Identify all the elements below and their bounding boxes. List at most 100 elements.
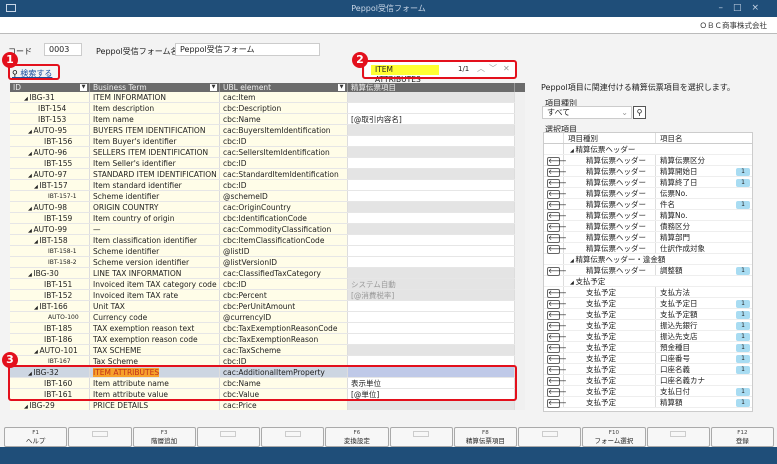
assign-arrow-button[interactable]: 🡐 — [547, 168, 567, 177]
assign-arrow-button[interactable]: 🡐 — [547, 366, 567, 375]
fkey-f12-button[interactable]: F12 登録 — [710, 427, 774, 447]
cell-mapping[interactable] — [348, 103, 515, 113]
assign-arrow-button[interactable]: 🡐 — [547, 333, 567, 342]
col-kind[interactable]: 項目種別 — [564, 133, 656, 143]
cell-mapping[interactable] — [348, 235, 515, 245]
table-row[interactable]: ◢ IBG-31 ITEM INFORMATION cac:Item — [10, 92, 525, 103]
cell-mapping[interactable]: [@取引内容名] — [348, 114, 515, 124]
fkey-empty-button[interactable] — [389, 427, 453, 447]
assign-arrow-button[interactable]: 🡐 — [547, 212, 567, 221]
list-item[interactable]: 🡐 支払予定 口座名義 1 — [544, 364, 752, 375]
assign-arrow-button[interactable]: 🡐 — [547, 344, 567, 353]
table-row[interactable]: IBT-157-1 Scheme identifier @schemeID — [10, 191, 525, 202]
list-item[interactable]: 🡐 精算伝票ヘッダー 精算終了日 1 — [544, 177, 752, 188]
list-item[interactable]: 🡐 精算伝票ヘッダー 調整額 1 — [544, 265, 752, 276]
cell-mapping[interactable] — [348, 323, 515, 333]
assign-arrow-button[interactable]: 🡐 — [547, 179, 567, 188]
list-item[interactable]: 🡐 支払予定 振込先支店 1 — [544, 331, 752, 342]
fkey-empty-button[interactable] — [261, 427, 325, 447]
cell-mapping[interactable] — [348, 180, 515, 190]
table-row[interactable]: ◢ AUTO-95 BUYERS ITEM IDENTIFICATION cac… — [10, 125, 525, 136]
filter-dropdown-icon[interactable]: ▼ — [80, 84, 87, 91]
assign-arrow-button[interactable]: 🡐 — [547, 311, 567, 320]
cell-mapping[interactable] — [348, 147, 515, 157]
fkey-f8-button[interactable]: F8 精算伝票項目 — [453, 427, 517, 447]
cell-mapping[interactable] — [348, 136, 515, 146]
fkey-f3-button[interactable]: F3 階層追加 — [132, 427, 196, 447]
col-business-term[interactable]: Business Term ▼ — [90, 83, 220, 92]
code-field[interactable]: 0003 — [44, 43, 82, 56]
list-item[interactable]: 🡐 支払予定 口座名義カナ — [544, 375, 752, 386]
list-group[interactable]: ◢ 支払予定 — [544, 276, 752, 287]
table-row[interactable]: ◢ AUTO-96 SELLERS ITEM IDENTIFICATION ca… — [10, 147, 525, 158]
col-ubl-element[interactable]: UBL element ▼ — [220, 83, 348, 92]
fkey-empty-button[interactable] — [646, 427, 710, 447]
list-item[interactable]: 🡐 支払予定 口座番号 1 — [544, 353, 752, 364]
assign-arrow-button[interactable]: 🡐 — [547, 157, 567, 166]
table-row[interactable]: IBT-185 TAX exemption reason text cbc:Ta… — [10, 323, 525, 334]
assign-arrow-button[interactable]: 🡐 — [547, 322, 567, 331]
selection-list[interactable]: 項目種別 項目名 ◢ 精算伝票ヘッダー 🡐 精算伝票ヘッダー 精算伝票区分 🡐 精算伝票ヘ… — [543, 132, 753, 412]
assign-arrow-button[interactable]: 🡐 — [547, 245, 567, 254]
cell-mapping[interactable] — [348, 213, 515, 223]
cell-mapping[interactable] — [348, 202, 515, 212]
table-row[interactable]: ◢ AUTO-97 STANDARD ITEM IDENTIFICATION c… — [10, 169, 525, 180]
grid-scrollbar[interactable] — [515, 92, 525, 410]
table-row[interactable]: IBT-152 Invoiced item TAX rate cbc:Perce… — [10, 290, 525, 301]
cell-mapping[interactable] — [348, 334, 515, 344]
cell-mapping[interactable] — [348, 169, 515, 179]
col-name[interactable]: 項目名 — [656, 133, 752, 143]
assign-arrow-button[interactable]: 🡐 — [547, 267, 567, 276]
type-select[interactable]: すべて ⌄ — [542, 106, 632, 119]
col-mapping[interactable]: 精算伝票項目 — [348, 83, 515, 92]
list-item[interactable]: 🡐 精算伝票ヘッダー 精算No. — [544, 210, 752, 221]
list-item[interactable]: 🡐 支払予定 支払方法 — [544, 287, 752, 298]
cell-mapping[interactable] — [348, 246, 515, 256]
table-row[interactable]: ◢ IBG-30 LINE TAX INFORMATION cac:Classi… — [10, 268, 525, 279]
cell-mapping[interactable]: [@消費税率] — [348, 290, 515, 300]
list-item[interactable]: 🡐 精算伝票ヘッダー 精算伝票区分 — [544, 155, 752, 166]
table-row[interactable]: IBT-158-1 Scheme identifier @listID — [10, 246, 525, 257]
type-search-button[interactable]: ⚲ — [633, 106, 646, 119]
cell-mapping[interactable] — [348, 312, 515, 322]
cell-mapping[interactable] — [348, 268, 515, 278]
table-row[interactable]: ◢ AUTO-101 TAX SCHEME cac:TaxScheme — [10, 345, 525, 356]
cell-mapping[interactable] — [348, 224, 515, 234]
table-row[interactable]: IBT-154 Item description cbc:Description — [10, 103, 525, 114]
list-item[interactable]: 🡐 精算伝票ヘッダー 仕訳作成対象 — [544, 243, 752, 254]
assign-arrow-button[interactable]: 🡐 — [547, 201, 567, 210]
table-row[interactable]: ◢ IBT-158 Item classification identifier… — [10, 235, 525, 246]
assign-arrow-button[interactable]: 🡐 — [547, 289, 567, 298]
cell-mapping[interactable] — [348, 125, 515, 135]
list-item[interactable]: 🡐 精算伝票ヘッダー 精算部門 — [544, 232, 752, 243]
table-row[interactable]: AUTO-100 Currency code @currencyID — [10, 312, 525, 323]
filter-dropdown-icon[interactable]: ▼ — [210, 84, 217, 91]
list-item[interactable]: 🡐 支払予定 振込先銀行 1 — [544, 320, 752, 331]
peppol-grid[interactable]: ID ▼ Business Term ▼ UBL element ▼ 精算伝票項目 ◢… — [10, 83, 525, 410]
assign-arrow-button[interactable]: 🡐 — [547, 355, 567, 364]
list-item[interactable]: 🡐 精算伝票ヘッダー 件名 1 — [544, 199, 752, 210]
list-item[interactable]: 🡐 支払予定 預金種目 1 — [544, 342, 752, 353]
cell-mapping[interactable] — [348, 158, 515, 168]
table-row[interactable]: IBT-186 TAX exemption reason code cbc:Ta… — [10, 334, 525, 345]
list-item[interactable]: 🡐 支払予定 支払予定額 1 — [544, 309, 752, 320]
table-row[interactable]: ◢ IBG-29 PRICE DETAILS cac:Price — [10, 400, 525, 410]
list-group[interactable]: ◢ 精算伝票ヘッダー — [544, 144, 752, 155]
assign-arrow-button[interactable]: 🡐 — [547, 300, 567, 309]
table-row[interactable]: ◢ IBT-166 Unit TAX cbc:PerUnitAmount — [10, 301, 525, 312]
assign-arrow-button[interactable]: 🡐 — [547, 223, 567, 232]
fkey-empty-button[interactable] — [196, 427, 260, 447]
table-row[interactable]: ◢ AUTO-98 ORIGIN COUNTRY cac:OriginCount… — [10, 202, 525, 213]
window-controls[interactable]: –□× — [718, 0, 769, 17]
cell-mapping[interactable] — [348, 301, 515, 311]
list-item[interactable]: 🡐 支払予定 支払予定日 1 — [544, 298, 752, 309]
assign-arrow-button[interactable]: 🡐 — [547, 190, 567, 199]
cell-mapping[interactable] — [348, 345, 515, 355]
list-item[interactable]: 🡐 支払予定 支払日付 1 — [544, 386, 752, 397]
col-id[interactable]: ID ▼ — [10, 83, 90, 92]
filter-dropdown-icon[interactable]: ▼ — [338, 84, 345, 91]
list-item[interactable]: 🡐 精算伝票ヘッダー 債務区分 — [544, 221, 752, 232]
table-row[interactable]: IBT-153 Item name cbc:Name [@取引内容名] — [10, 114, 525, 125]
fkey-empty-button[interactable] — [68, 427, 132, 447]
fkey-f1-button[interactable]: F1 ヘルプ — [4, 427, 68, 447]
